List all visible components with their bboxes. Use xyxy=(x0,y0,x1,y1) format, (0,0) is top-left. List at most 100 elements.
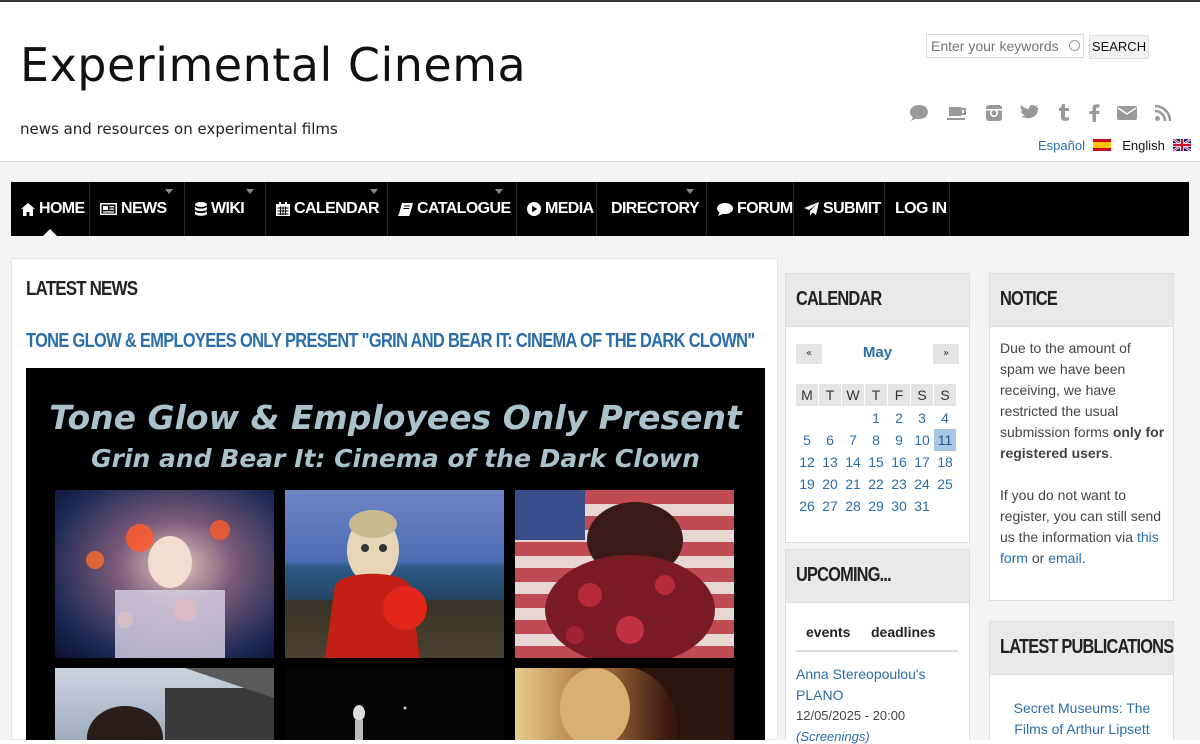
poster-headline: Tone Glow & Employees Only Present xyxy=(49,398,742,437)
calendar-day[interactable]: 1 xyxy=(865,407,887,429)
newspaper-icon xyxy=(100,203,117,215)
active-indicator xyxy=(43,229,57,236)
tab-deadlines[interactable]: deadlines xyxy=(871,624,936,640)
nav-home[interactable]: HOME xyxy=(11,182,90,236)
publication-link[interactable]: Secret Museums: The Films of Arthur Lips… xyxy=(1000,698,1164,740)
calendar-day[interactable]: 14 xyxy=(842,451,864,473)
nav-forum[interactable]: FORUM xyxy=(707,182,794,236)
nav-news-label: NEWS xyxy=(121,200,167,217)
calendar-day[interactable]: 4 xyxy=(934,407,956,429)
calendar-day-today[interactable]: 11 xyxy=(934,429,956,451)
home-icon xyxy=(21,202,35,216)
calendar-day[interactable]: 5 xyxy=(796,429,818,451)
article-title-link[interactable]: TONE GLOW & EMPLOYEES ONLY PRESENT "GRIN… xyxy=(26,330,755,353)
chat-icon xyxy=(717,202,733,216)
calendar-day[interactable]: 7 xyxy=(842,429,864,451)
notice-email-link[interactable]: email xyxy=(1048,550,1081,566)
film-still-4 xyxy=(55,668,274,740)
calendar-day[interactable]: 29 xyxy=(865,495,887,517)
calendar-day[interactable]: 8 xyxy=(865,429,887,451)
search-input[interactable] xyxy=(927,35,1067,57)
calendar-day[interactable]: 2 xyxy=(888,407,910,429)
chat-icon[interactable] xyxy=(908,102,930,124)
paper-plane-icon xyxy=(804,202,819,216)
nav-directory[interactable]: DIRECTORY xyxy=(597,182,707,236)
article-poster-image[interactable]: Tone Glow & Employees Only Present Grin … xyxy=(26,368,765,740)
calendar-day[interactable]: 12 xyxy=(796,451,818,473)
latest-news-heading: LATEST NEWS xyxy=(26,278,138,300)
calendar-weekday: F xyxy=(888,384,910,406)
facebook-icon[interactable] xyxy=(1083,102,1105,124)
publications-title: LATEST PUBLICATIONS xyxy=(1000,636,1174,658)
calendar-day[interactable]: 19 xyxy=(796,473,818,495)
nav-login-label: LOG IN xyxy=(895,200,947,217)
calendar-day[interactable]: 18 xyxy=(934,451,956,473)
site-title[interactable]: Experimental Cinema xyxy=(20,38,526,92)
search-field[interactable] xyxy=(926,34,1084,58)
film-still-6 xyxy=(515,668,734,740)
calendar-day[interactable]: 17 xyxy=(911,451,933,473)
nav-catalogue[interactable]: CATALOGUE xyxy=(388,182,517,236)
search-button[interactable]: SEARCH xyxy=(1089,35,1149,59)
instagram-icon[interactable] xyxy=(983,102,1005,124)
nav-calendar-label: CALENDAR xyxy=(294,200,380,217)
calendar-day[interactable]: 16 xyxy=(888,451,910,473)
search-clear-icon[interactable] xyxy=(1069,40,1080,51)
calendar-day[interactable]: 26 xyxy=(796,495,818,517)
calendar-day[interactable]: 9 xyxy=(888,429,910,451)
tab-events[interactable]: events xyxy=(806,624,850,640)
event-title-link[interactable]: Anna Stereopoulou's PLANO xyxy=(796,664,956,706)
calendar-day[interactable]: 30 xyxy=(888,495,910,517)
nav-calendar[interactable]: CALENDAR xyxy=(266,182,388,236)
event-category[interactable]: (Screenings) xyxy=(796,729,870,744)
nav-submit[interactable]: SUBMIT xyxy=(794,182,885,236)
upcoming-title: UPCOMING... xyxy=(796,564,892,586)
calendar-day[interactable]: 31 xyxy=(911,495,933,517)
calendar-day[interactable]: 27 xyxy=(819,495,841,517)
notice-widget: NOTICE Due to the amount of spam we have… xyxy=(989,273,1174,601)
calendar-day[interactable]: 15 xyxy=(865,451,887,473)
calendar-day[interactable]: 6 xyxy=(819,429,841,451)
calendar-day[interactable]: 3 xyxy=(911,407,933,429)
spain-flag-icon[interactable] xyxy=(1092,139,1111,151)
nav-media[interactable]: MEDIA xyxy=(517,182,597,236)
calendar-day[interactable]: 23 xyxy=(888,473,910,495)
nav-wiki[interactable]: WIKI xyxy=(185,182,266,236)
notice-text: . xyxy=(1081,550,1086,566)
calendar-weekday: M xyxy=(796,384,818,406)
nav-wiki-label: WIKI xyxy=(211,200,245,217)
notice-text: or xyxy=(1028,550,1049,566)
twitter-icon[interactable] xyxy=(1019,102,1041,124)
chevron-down-icon xyxy=(165,189,173,194)
rss-icon[interactable] xyxy=(1152,102,1174,124)
nav-login[interactable]: LOG IN xyxy=(885,182,950,236)
calendar-day[interactable]: 28 xyxy=(842,495,864,517)
calendar-widget: CALENDAR « May » M T W T F S S 1 2 3 4 5 6 7 8 9 10 11 12 1… xyxy=(785,273,970,543)
calendar-day[interactable]: 22 xyxy=(865,473,887,495)
tumblr-icon[interactable] xyxy=(1053,102,1075,124)
calendar-day[interactable]: 10 xyxy=(911,429,933,451)
coffee-icon[interactable] xyxy=(946,102,968,124)
nav-forum-label: FORUM xyxy=(737,200,793,217)
calendar-next-button[interactable]: » xyxy=(933,344,959,364)
nav-news[interactable]: NEWS xyxy=(90,182,185,236)
language-english[interactable]: English xyxy=(1122,138,1165,153)
top-border xyxy=(0,0,1200,2)
uk-flag-icon[interactable] xyxy=(1171,138,1192,152)
calendar-weekday: T xyxy=(865,384,887,406)
calendar-weekday: T xyxy=(819,384,841,406)
notice-body: Due to the amount of spam we have been r… xyxy=(1000,338,1168,569)
nav-directory-label: DIRECTORY xyxy=(611,200,700,217)
event-date: 12/05/2025 - 20:00 xyxy=(796,708,906,723)
calendar-title: CALENDAR xyxy=(796,288,882,310)
mail-icon[interactable] xyxy=(1116,102,1138,124)
language-spanish[interactable]: Español xyxy=(1038,138,1085,153)
calendar-day[interactable]: 13 xyxy=(819,451,841,473)
upcoming-tabs: events deadlines xyxy=(796,616,958,652)
film-still-5 xyxy=(285,668,504,740)
calendar-day[interactable]: 25 xyxy=(934,473,956,495)
calendar-day[interactable]: 21 xyxy=(842,473,864,495)
calendar-day[interactable]: 24 xyxy=(911,473,933,495)
calendar-day[interactable]: 20 xyxy=(819,473,841,495)
database-icon xyxy=(195,202,207,216)
